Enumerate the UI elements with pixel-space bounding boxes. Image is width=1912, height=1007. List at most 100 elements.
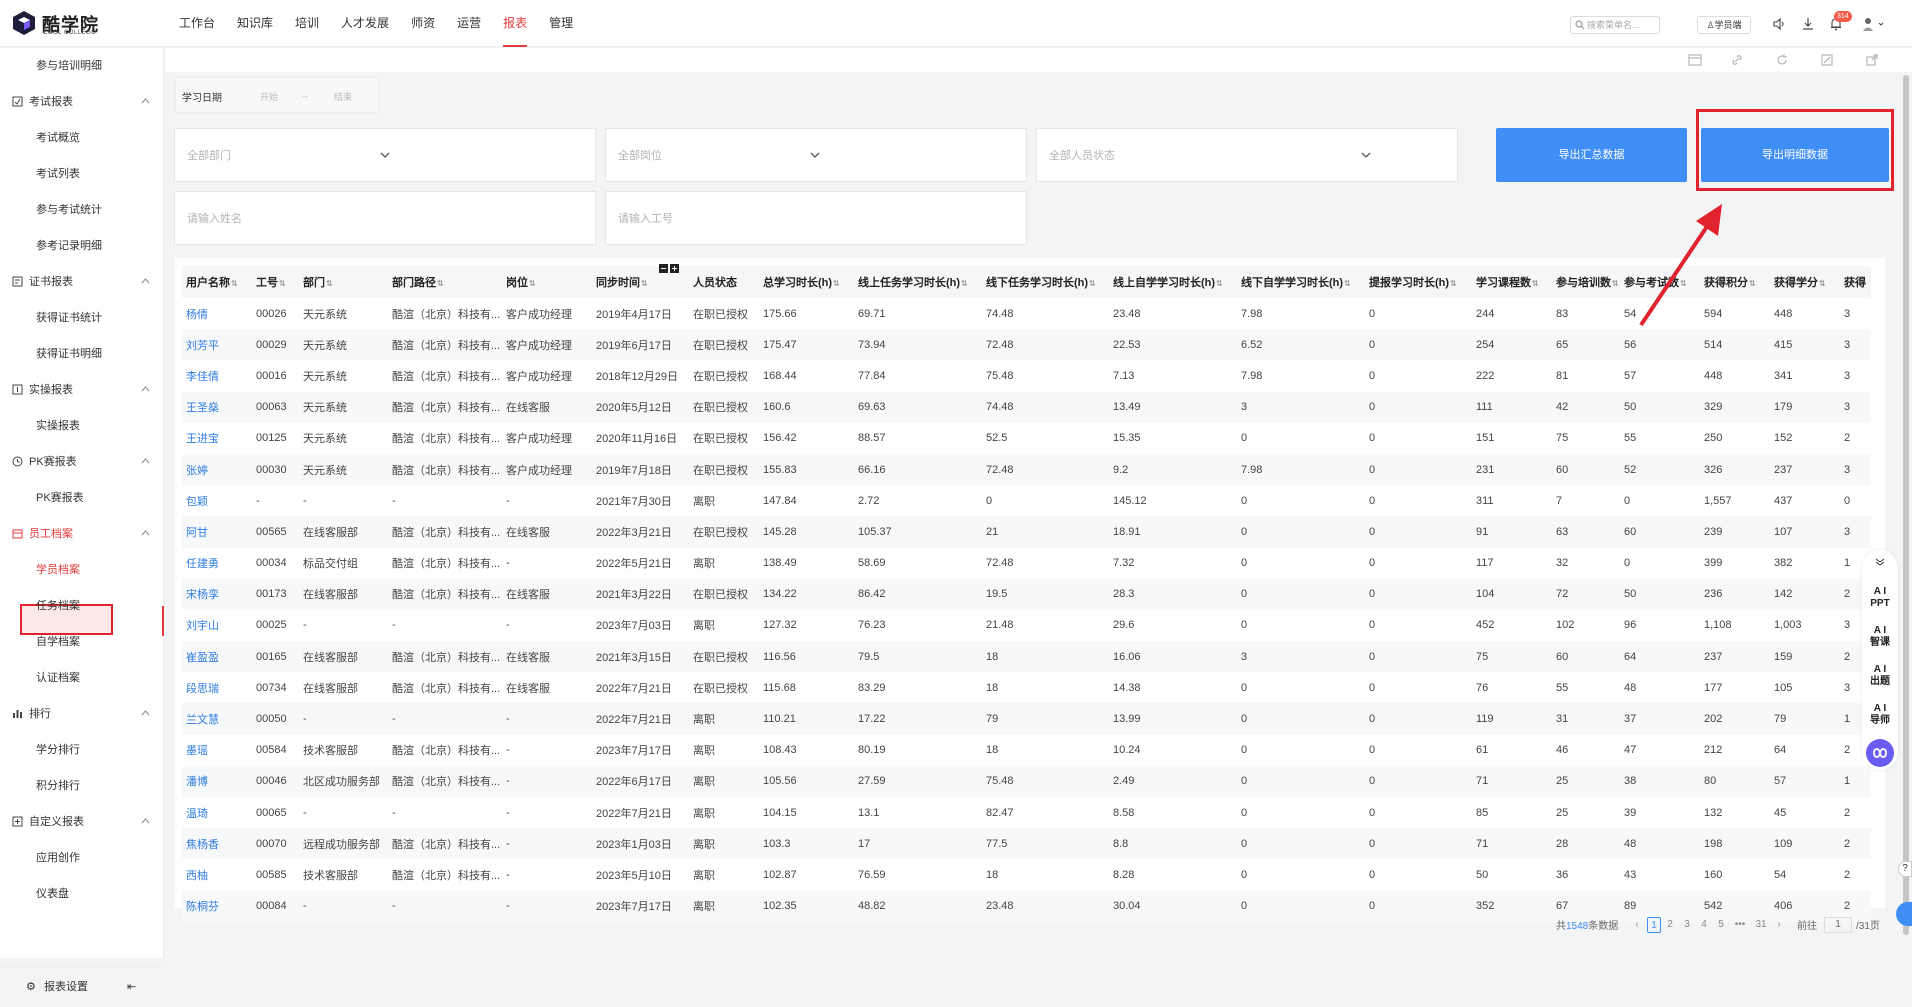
column-header[interactable]: 获得 xyxy=(1840,266,1871,298)
sidebar-item-dashboard[interactable]: 仪表盘 xyxy=(0,876,164,912)
pager-goto-input[interactable]: 1 xyxy=(1824,917,1852,933)
table-row[interactable]: 刘宇山 00025 - - - 2023年7月03日 离职 127.32 76.23 21.48 2… xyxy=(182,610,1871,641)
user-name-link[interactable]: 焦杨香 xyxy=(182,828,252,860)
column-header[interactable]: 人员状态 xyxy=(689,266,759,298)
sort-icon[interactable]: ⇅ xyxy=(1819,279,1826,288)
user-name-link[interactable]: 宋杨孪 xyxy=(182,578,252,610)
column-header[interactable]: 线上任务学习时长(h)⇅ xyxy=(854,266,982,298)
sort-icon[interactable]: ⇅ xyxy=(231,279,238,288)
table-row[interactable]: 宋杨孪 00173 在线客服部 酷渲（北京）科技有... 在线客服 2021年3月22日在… xyxy=(182,578,1871,610)
table-row[interactable]: 兰文慧 00050- - -2022年7月21日 离职 110.21 17.22 79 13.9… xyxy=(182,703,1871,735)
sort-icon[interactable]: ⇅ xyxy=(529,279,536,288)
sidebar-group-employee-archive[interactable]: 员工档案 xyxy=(0,516,164,552)
table-row[interactable]: 王进宝 00125 天元系统 酷渲（北京）科技有... 客户成功经理 2020年11月16… xyxy=(182,423,1871,454)
table-settings-icon[interactable] xyxy=(1688,53,1702,67)
post-select[interactable]: 全部岗位 xyxy=(605,128,1027,182)
sidebar-item-credit-rank[interactable]: 学分排行 xyxy=(0,732,164,768)
nav-training[interactable]: 培训 xyxy=(284,0,330,47)
expand-collapse-icon[interactable] xyxy=(659,264,681,274)
sidebar-group-pk[interactable]: PK赛报表 xyxy=(0,444,164,480)
speaker-icon[interactable] xyxy=(1771,16,1787,32)
user-name-link[interactable]: 刘宇山 xyxy=(182,610,252,641)
table-row[interactable]: 包颖 - - - -2021年7月30日 离职 147.84 2.72 0 145.12 0 0 311… xyxy=(182,485,1871,516)
sidebar-item-exam-overview[interactable]: 考试概览 xyxy=(0,120,164,156)
sidebar-group-practice[interactable]: 实操报表 xyxy=(0,372,164,408)
column-header[interactable]: 学习课程数⇅ xyxy=(1472,266,1552,298)
sort-icon[interactable]: ⇅ xyxy=(961,279,968,288)
sidebar-item-points-rank[interactable]: 积分排行 xyxy=(0,768,164,804)
user-name-link[interactable]: 潘博 xyxy=(182,765,252,797)
table-row[interactable]: 任建勇 00034 标品交付组 酷渲（北京）科技有... - 2022年5月21日 离职 13… xyxy=(182,548,1871,579)
nav-knowledge[interactable]: 知识库 xyxy=(226,0,284,47)
nav-operations[interactable]: 运营 xyxy=(446,0,492,47)
user-name-link[interactable]: 李佳倩 xyxy=(182,360,252,391)
column-header[interactable]: 用户名称⇅ xyxy=(182,266,252,298)
table-row[interactable]: 温琦 00065 - - - 2022年7月21日 离职 104.15 13.1 82.47 8.5… xyxy=(182,797,1871,828)
column-header[interactable]: 部门⇅ xyxy=(299,266,388,298)
nav-reports[interactable]: 报表 xyxy=(492,0,538,47)
date-start-input[interactable]: 开始 xyxy=(260,90,278,103)
user-name-link[interactable]: 兰文慧 xyxy=(182,703,252,735)
user-name-link[interactable]: 段思瑞 xyxy=(182,672,252,703)
user-name-link[interactable]: 刘芳平 xyxy=(182,329,252,361)
fullscreen-icon[interactable] xyxy=(1820,53,1834,67)
user-name-link[interactable]: 温琦 xyxy=(182,797,252,828)
infinity-assistant-icon[interactable] xyxy=(1865,738,1895,768)
department-select[interactable]: 全部部门 xyxy=(174,128,596,182)
pager-page[interactable]: 2 xyxy=(1663,917,1677,933)
column-header[interactable]: 参与考试数⇅ xyxy=(1620,266,1700,298)
share-icon[interactable] xyxy=(1865,53,1879,67)
sort-icon[interactable]: ⇅ xyxy=(1680,279,1687,288)
name-input[interactable]: 请输入姓名 xyxy=(174,191,596,245)
sidebar-item-cert-archive[interactable]: 认证档案 xyxy=(0,660,164,696)
user-name-link[interactable]: 墨瑶 xyxy=(182,735,252,766)
sort-icon[interactable]: ⇅ xyxy=(1450,279,1457,288)
ai-ppt-button[interactable]: A I PPT xyxy=(1862,586,1898,610)
user-name-link[interactable]: 西柚 xyxy=(182,859,252,890)
study-date-range[interactable]: 学习日期 开始 → 结束 xyxy=(175,77,379,113)
sort-icon[interactable]: ⇅ xyxy=(326,279,333,288)
sort-icon[interactable]: ⇅ xyxy=(1749,279,1756,288)
sort-icon[interactable]: ⇅ xyxy=(437,279,444,288)
table-row[interactable]: 焦杨香 00070 远程成功服务部 酷渲（北京）科技有... -2023年1月03日 离职… xyxy=(182,828,1871,860)
sidebar-item-pk-report[interactable]: PK赛报表 xyxy=(0,480,164,516)
sidebar-item-app-create[interactable]: 应用创作 xyxy=(0,840,164,876)
chevron-double-down-icon[interactable] xyxy=(1875,558,1885,566)
sort-icon[interactable]: ⇅ xyxy=(1344,279,1351,288)
sort-icon[interactable]: ⇅ xyxy=(279,279,286,288)
sidebar-item-exam-list[interactable]: 考试列表 xyxy=(0,156,164,192)
download-icon[interactable] xyxy=(1800,16,1816,32)
table-row[interactable]: 杨倩 00026 天元系统 酷渲（北京）科技有... 客户成功经理 2019年4月17日 在… xyxy=(182,298,1871,329)
pager-prev[interactable]: ‹ xyxy=(1630,917,1644,933)
user-name-link[interactable]: 陈桐芬 xyxy=(182,890,252,922)
ai-course-button[interactable]: A I 智课 xyxy=(1862,625,1898,649)
table-row[interactable]: 张婷 00030 天元系统 酷渲（北京）科技有... 客户成功经理 2019年7月18日在… xyxy=(182,453,1871,486)
ai-tutor-button[interactable]: A I 导师 xyxy=(1862,703,1898,727)
user-name-link[interactable]: 王进宝 xyxy=(182,423,252,454)
nav-workbench[interactable]: 工作台 xyxy=(168,0,226,47)
page-scrollbar[interactable] xyxy=(1903,75,1909,935)
user-name-link[interactable]: 王圣燊 xyxy=(182,391,252,423)
sort-icon[interactable]: ⇅ xyxy=(833,279,840,288)
student-side-button[interactable]: ♙学员端 xyxy=(1697,16,1751,34)
table-row[interactable]: 王圣燊 00063 天元系统 酷渲（北京）科技有... 在线客服 2020年5月12日 在职… xyxy=(182,391,1871,423)
column-header[interactable]: 工号⇅ xyxy=(252,266,299,298)
table-row[interactable]: 墨瑶 00584 技术客服部 酷渲（北京）科技有... - 2023年7月17日 离职 108… xyxy=(182,735,1871,766)
column-header[interactable]: 总学习时长(h)⇅ xyxy=(759,266,854,298)
collapse-menu-icon[interactable]: ⇤ xyxy=(127,967,136,1007)
report-settings[interactable]: ⚙ 报表设置 ⇤ xyxy=(0,966,164,1006)
sidebar-item-exam-stats[interactable]: 参与考试统计 xyxy=(0,192,164,228)
sidebar-item-cert-detail[interactable]: 获得证书明细 xyxy=(0,336,164,372)
column-header[interactable]: 获得积分⇅ xyxy=(1700,266,1770,298)
sidebar-item-cert-stats[interactable]: 获得证书统计 xyxy=(0,300,164,336)
column-header[interactable]: 线下任务学习时长(h)⇅ xyxy=(982,266,1109,298)
column-header[interactable]: 参与培训数⇅ xyxy=(1552,266,1620,298)
sidebar-item-practice-report[interactable]: 实操报表 xyxy=(0,408,164,444)
ai-question-button[interactable]: A I 出题 xyxy=(1862,664,1898,688)
refresh-icon[interactable] xyxy=(1775,53,1789,67)
sidebar-item-task-archive[interactable]: 任务档案 xyxy=(0,588,164,624)
date-end-input[interactable]: 结束 xyxy=(334,90,352,103)
table-row[interactable]: 刘芳平 00029 天元系统 酷渲（北京）科技有... 客户成功经理 2019年6月17日… xyxy=(182,329,1871,361)
employee-id-input[interactable]: 请输入工号 xyxy=(605,191,1027,245)
sort-icon[interactable]: ⇅ xyxy=(641,279,648,288)
